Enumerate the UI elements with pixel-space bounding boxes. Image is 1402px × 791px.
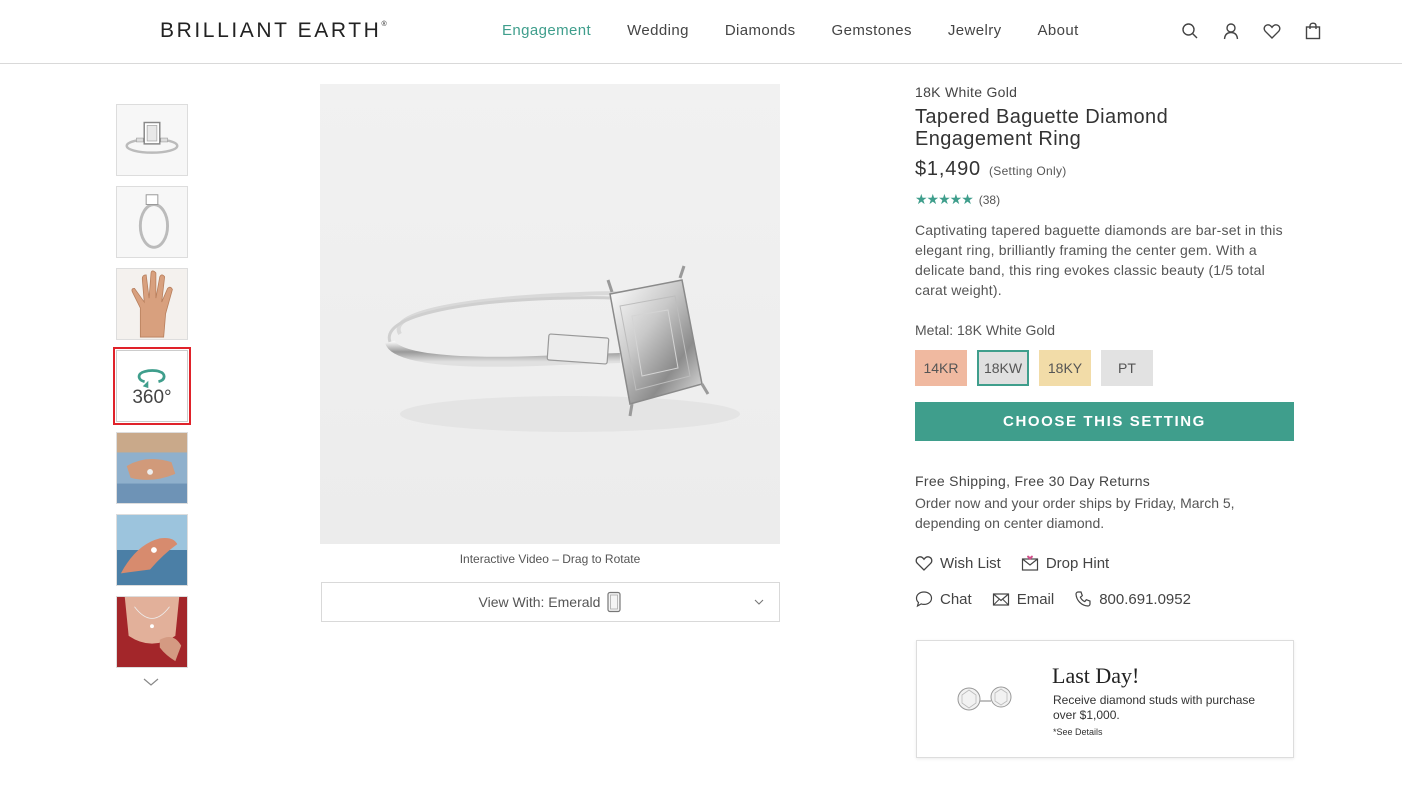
review-count[interactable]: (38) xyxy=(979,193,1000,207)
phone-number: 800.691.0952 xyxy=(1099,590,1191,608)
star-rating-icon: ★★★★★ xyxy=(915,191,974,207)
heart-icon xyxy=(915,556,933,571)
drop-hint-link[interactable]: Drop Hint xyxy=(1021,554,1109,572)
chat-link[interactable]: Chat xyxy=(915,590,972,608)
shipping-title: Free Shipping, Free 30 Day Returns xyxy=(915,473,1151,489)
wish-list-label: Wish List xyxy=(940,554,1001,572)
main-nav: Engagement Wedding Diamonds Gemstones Je… xyxy=(502,22,1115,39)
view-with-shape-dropdown[interactable]: View With: Emerald xyxy=(321,582,780,622)
chat-bubble-icon xyxy=(915,591,933,608)
rotate-360-badge: 360° xyxy=(117,351,187,421)
thumbnail-lifestyle-ocean[interactable] xyxy=(116,514,188,586)
search-icon[interactable] xyxy=(1180,21,1200,41)
nav-engagement[interactable]: Engagement xyxy=(502,22,591,39)
price-note: (Setting Only) xyxy=(988,164,1067,178)
account-icon[interactable] xyxy=(1221,21,1241,41)
product-title-line-1: Tapered Baguette Diamond xyxy=(915,106,1169,128)
emerald-shape-icon xyxy=(607,591,622,613)
email-label: Email xyxy=(1016,590,1055,608)
thumbnail-ring-side[interactable] xyxy=(116,186,188,258)
ring-main-image xyxy=(320,84,780,544)
shipping-details: Order now and your order ships by Friday… xyxy=(915,495,1235,531)
promo-title: Last Day! xyxy=(1052,663,1140,688)
product-price: $1,490 xyxy=(915,158,981,180)
nav-jewelry[interactable]: Jewelry xyxy=(948,22,1002,39)
thumbnail-ring-top[interactable] xyxy=(116,104,188,176)
drop-hint-label: Drop Hint xyxy=(1045,554,1110,572)
product-360-viewer[interactable] xyxy=(320,84,780,544)
action-row-2: Chat Email 800.691.0952 xyxy=(915,589,1295,609)
thumbnail-strip: 360° xyxy=(113,104,191,678)
promo-see-details-link[interactable]: *See Details xyxy=(1053,727,1103,737)
chevron-down-icon xyxy=(754,599,764,605)
promo-banner[interactable]: Last Day! Receive diamond studs with pur… xyxy=(916,640,1294,758)
hint-envelope-icon xyxy=(1021,555,1038,571)
product-metal-subtitle: 18K White Gold xyxy=(915,84,1018,100)
header-icons xyxy=(1180,21,1344,41)
product-info-panel: 18K White Gold Tapered Baguette Diamond … xyxy=(915,84,1295,625)
action-row-1: Wish List Drop Hint xyxy=(915,553,1295,573)
brilliant-earth-logo[interactable]: BRILLIANT EARTH® xyxy=(160,19,387,43)
thumbnail-lifestyle-jeans[interactable] xyxy=(116,432,188,504)
product-actions: Wish List Drop Hint Chat Email 800.691.0… xyxy=(915,553,1295,609)
thumbnail-360-view[interactable]: 360° xyxy=(113,347,191,425)
diamond-studs-image xyxy=(957,686,1012,711)
rotate-360-icon xyxy=(137,368,166,388)
metal-swatch-pt[interactable]: PT xyxy=(1101,350,1153,386)
nav-gemstones[interactable]: Gemstones xyxy=(832,22,912,39)
view-with-label: View With: Emerald xyxy=(478,594,601,610)
product-title-line-2: Engagement Ring xyxy=(915,128,1082,150)
nav-wedding[interactable]: Wedding xyxy=(627,22,689,39)
metal-swatch-18ky[interactable]: 18KY xyxy=(1039,350,1091,386)
metal-swatch-14kr[interactable]: 14KR xyxy=(915,350,967,386)
thumbnail-hand-scale[interactable] xyxy=(116,268,188,340)
metal-swatches: 14KR 18KW 18KY PT xyxy=(915,350,1295,386)
wish-list-link[interactable]: Wish List xyxy=(915,554,1001,572)
site-header: BRILLIANT EARTH® Engagement Wedding Diam… xyxy=(0,0,1402,64)
metal-swatch-18kw[interactable]: 18KW xyxy=(977,350,1029,386)
email-icon xyxy=(992,593,1009,606)
metal-selection-label: Metal: 18K White Gold xyxy=(915,322,1056,338)
nav-about[interactable]: About xyxy=(1038,22,1079,39)
rating-row[interactable]: ★★★★★ (38) xyxy=(915,191,1295,208)
phone-icon xyxy=(1075,591,1091,607)
chat-label: Chat xyxy=(940,590,972,608)
phone-link[interactable]: 800.691.0952 xyxy=(1074,590,1191,608)
label-360: 360° xyxy=(132,386,172,408)
media-caption: Interactive Video – Drag to Rotate xyxy=(459,552,641,566)
thumbnails-scroll-down-chevron-icon[interactable] xyxy=(142,676,160,688)
thumbnail-lifestyle-necklace[interactable] xyxy=(116,596,188,668)
logo-text: BRILLIANT EARTH xyxy=(160,19,382,42)
shopping-bag-icon[interactable] xyxy=(1303,21,1323,41)
nav-diamonds[interactable]: Diamonds xyxy=(725,22,796,39)
price-row: $1,490 (Setting Only) xyxy=(915,158,1295,181)
choose-this-setting-button[interactable]: CHOOSE THIS SETTING xyxy=(915,402,1294,441)
promo-text: Receive diamond studs with purchase over… xyxy=(1053,693,1256,722)
email-link[interactable]: Email xyxy=(992,590,1055,608)
product-title: Tapered Baguette Diamond Engagement Ring xyxy=(915,106,1295,150)
product-description: Captivating tapered baguette diamonds ar… xyxy=(915,222,1283,298)
logo-registered-mark: ® xyxy=(381,21,387,28)
wishlist-heart-icon[interactable] xyxy=(1262,21,1282,41)
